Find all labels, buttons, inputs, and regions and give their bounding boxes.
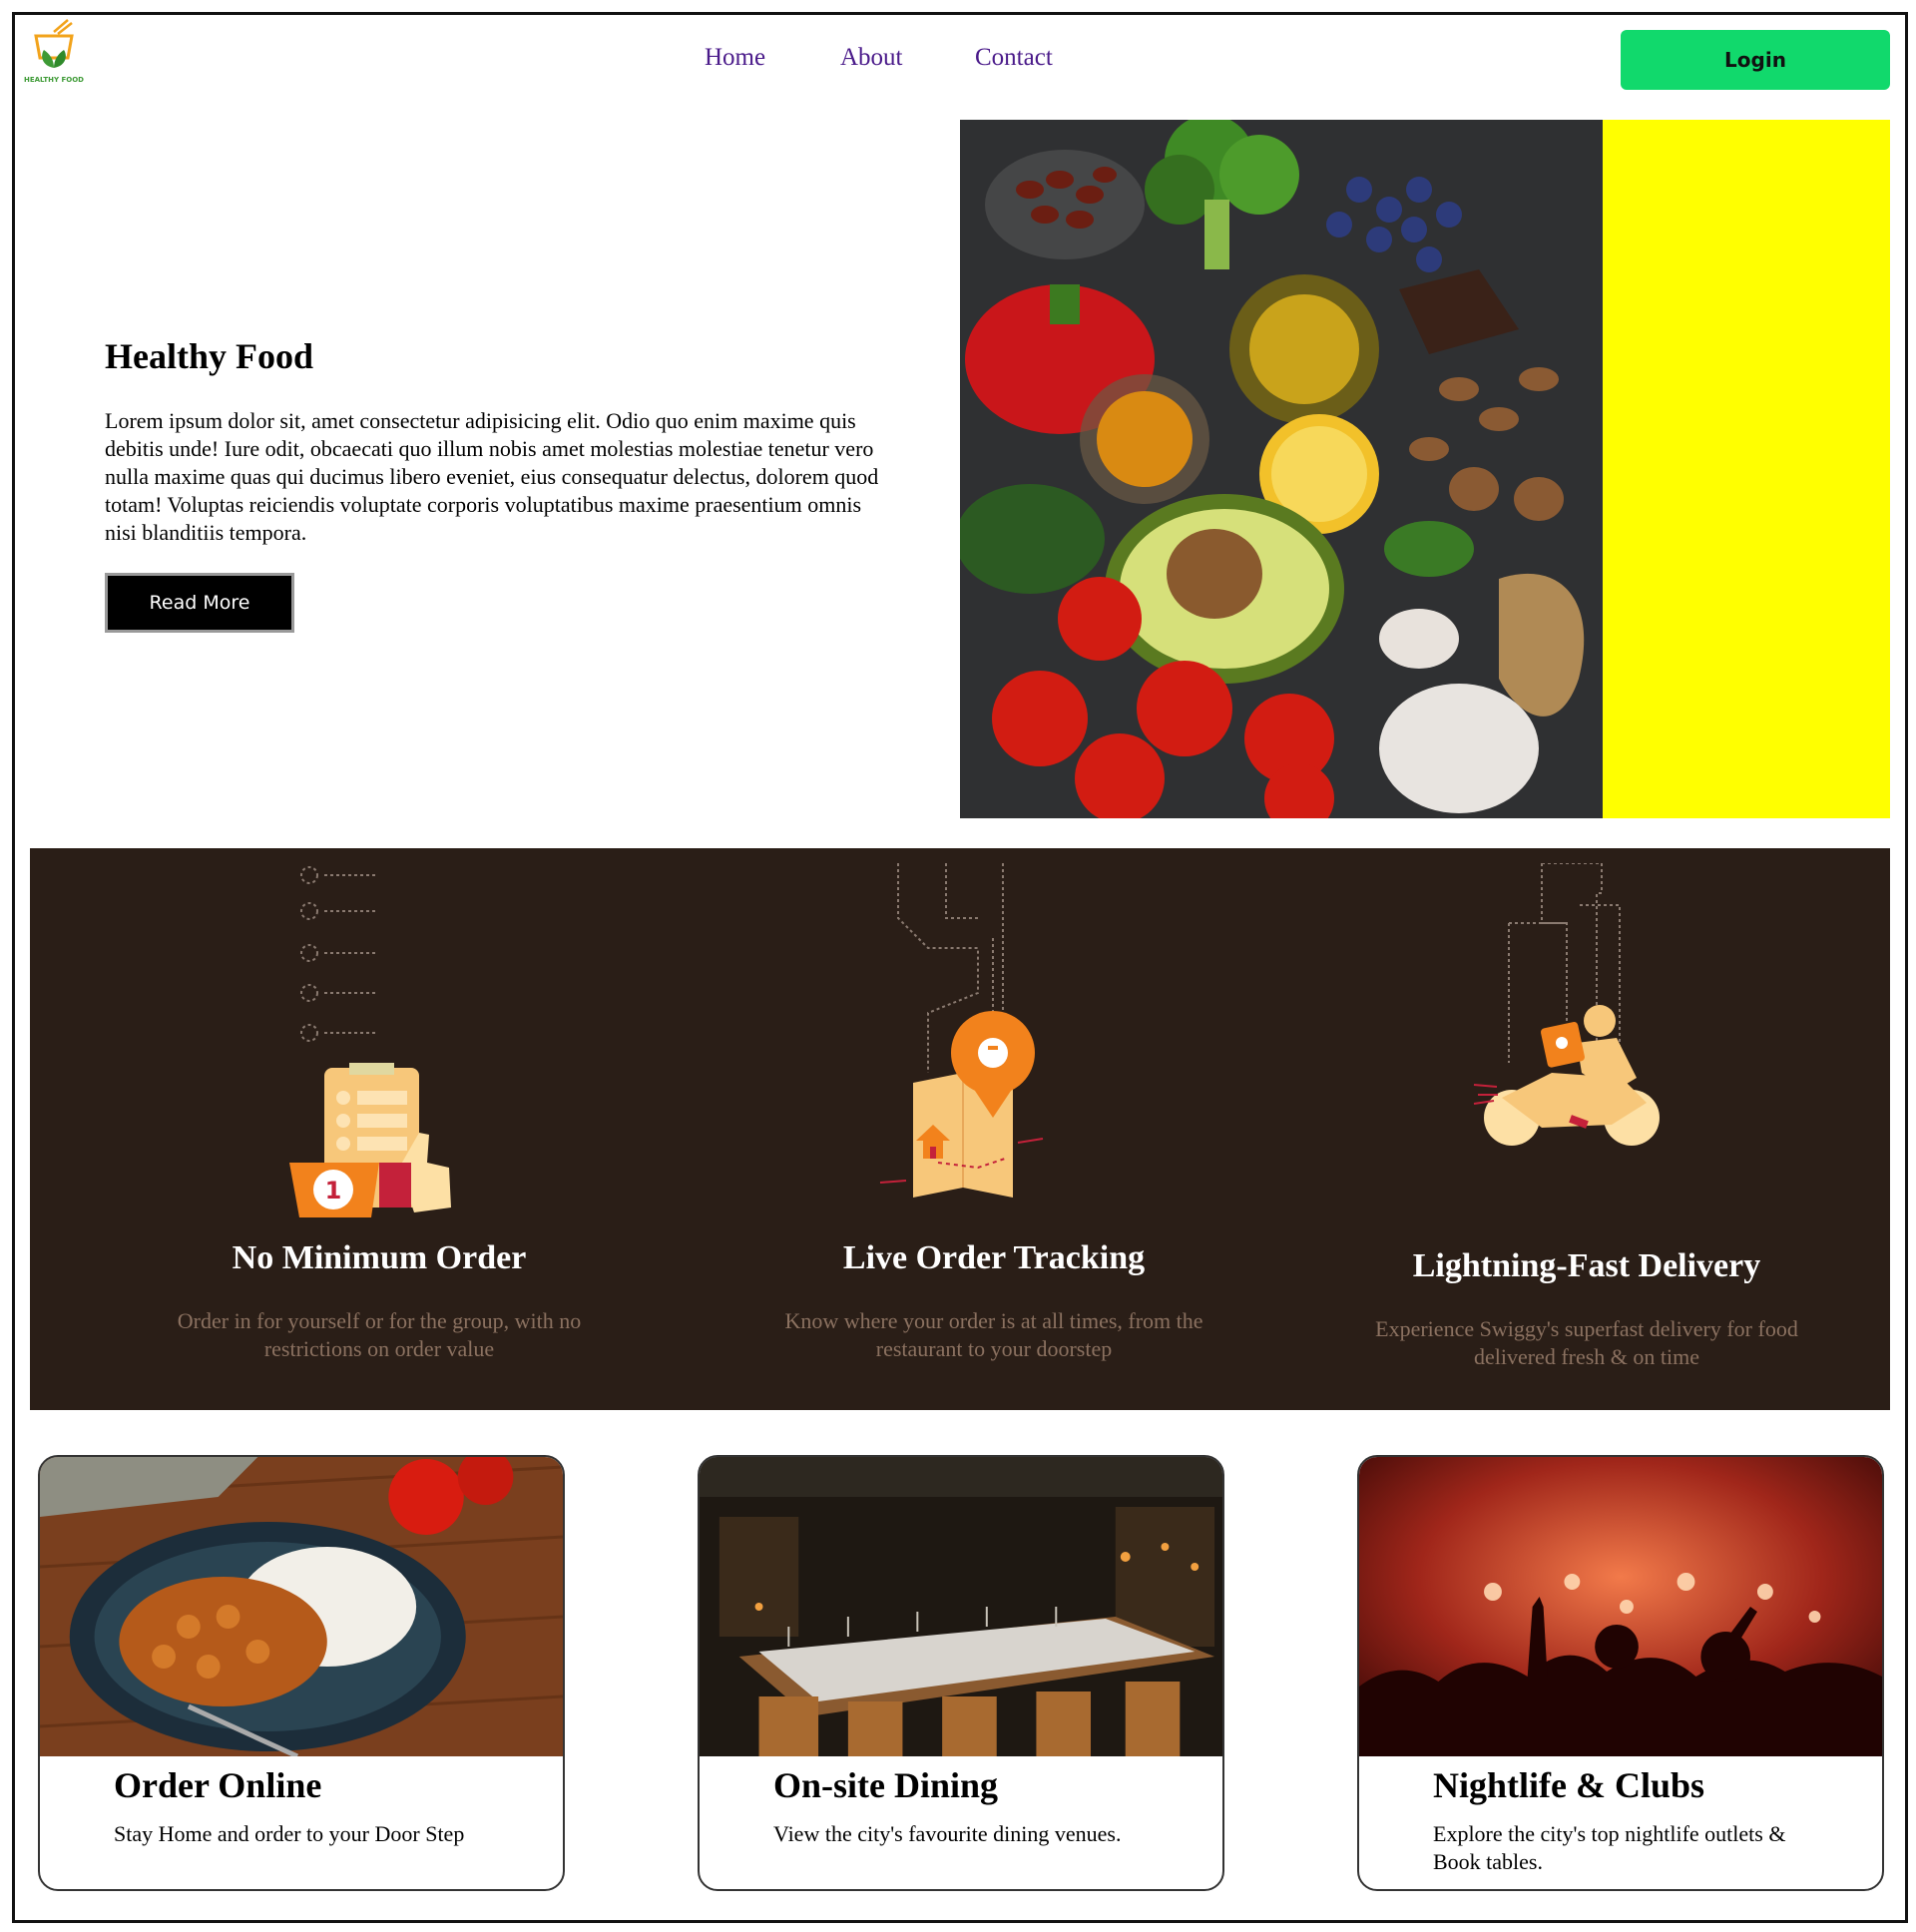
card-onsite-dining[interactable]: On-site Dining View the city's favourite… xyxy=(698,1455,1224,1891)
feature-title: Lightning-Fast Delivery xyxy=(1412,1247,1761,1284)
nav-about-link[interactable]: About xyxy=(840,44,903,72)
feature-title: No Minimum Order xyxy=(232,1239,527,1276)
hero-description: Lorem ipsum dolor sit, amet consectetur … xyxy=(105,408,879,545)
feature-description: Order in for yourself or for the group, … xyxy=(177,1308,582,1361)
nightlife-clubs-image xyxy=(1359,1457,1882,1756)
feature-description: Experience Swiggy's superfast delivery f… xyxy=(1375,1316,1798,1369)
nav-home-link[interactable]: Home xyxy=(705,44,765,72)
delivery-scooter-icon xyxy=(1473,863,1660,1146)
nav-contact-link[interactable]: Contact xyxy=(975,44,1053,72)
read-more-button[interactable]: Read More xyxy=(105,573,294,633)
order-clipboard-icon: 1 xyxy=(289,866,451,1217)
yellow-accent-block xyxy=(1603,120,1890,818)
card-title: On-site Dining xyxy=(773,1765,999,1805)
feature-description: Know where your order is at all times, f… xyxy=(784,1308,1203,1361)
healthy-food-logo[interactable]: HEALTHY FOOD xyxy=(24,18,84,86)
card-title: Nightlife & Clubs xyxy=(1433,1765,1705,1805)
card-nightlife-clubs[interactable]: Nightlife & Clubs Explore the city's top… xyxy=(1357,1455,1884,1891)
map-location-icon xyxy=(879,863,1044,1198)
healthy-food-image xyxy=(960,120,1603,818)
card-order-online[interactable]: Order Online Stay Home and order to your… xyxy=(38,1455,565,1891)
card-description: View the city's favourite dining venues. xyxy=(773,1821,1122,1846)
card-description: Stay Home and order to your Door Step xyxy=(114,1821,465,1846)
svg-text:1: 1 xyxy=(325,1177,342,1205)
card-title: Order Online xyxy=(114,1765,322,1805)
svg-text:HEALTHY FOOD: HEALTHY FOOD xyxy=(24,76,84,84)
order-online-image xyxy=(40,1457,563,1756)
card-description: Explore the city's top nightlife outlets… xyxy=(1433,1821,1786,1874)
features-section: 1 No Minimum Order Order in for yourself… xyxy=(30,848,1890,1410)
onsite-dining-image xyxy=(700,1457,1222,1756)
login-button[interactable]: Login xyxy=(1621,30,1890,90)
feature-title: Live Order Tracking xyxy=(842,1239,1146,1276)
hero-title: Healthy Food xyxy=(105,336,314,376)
